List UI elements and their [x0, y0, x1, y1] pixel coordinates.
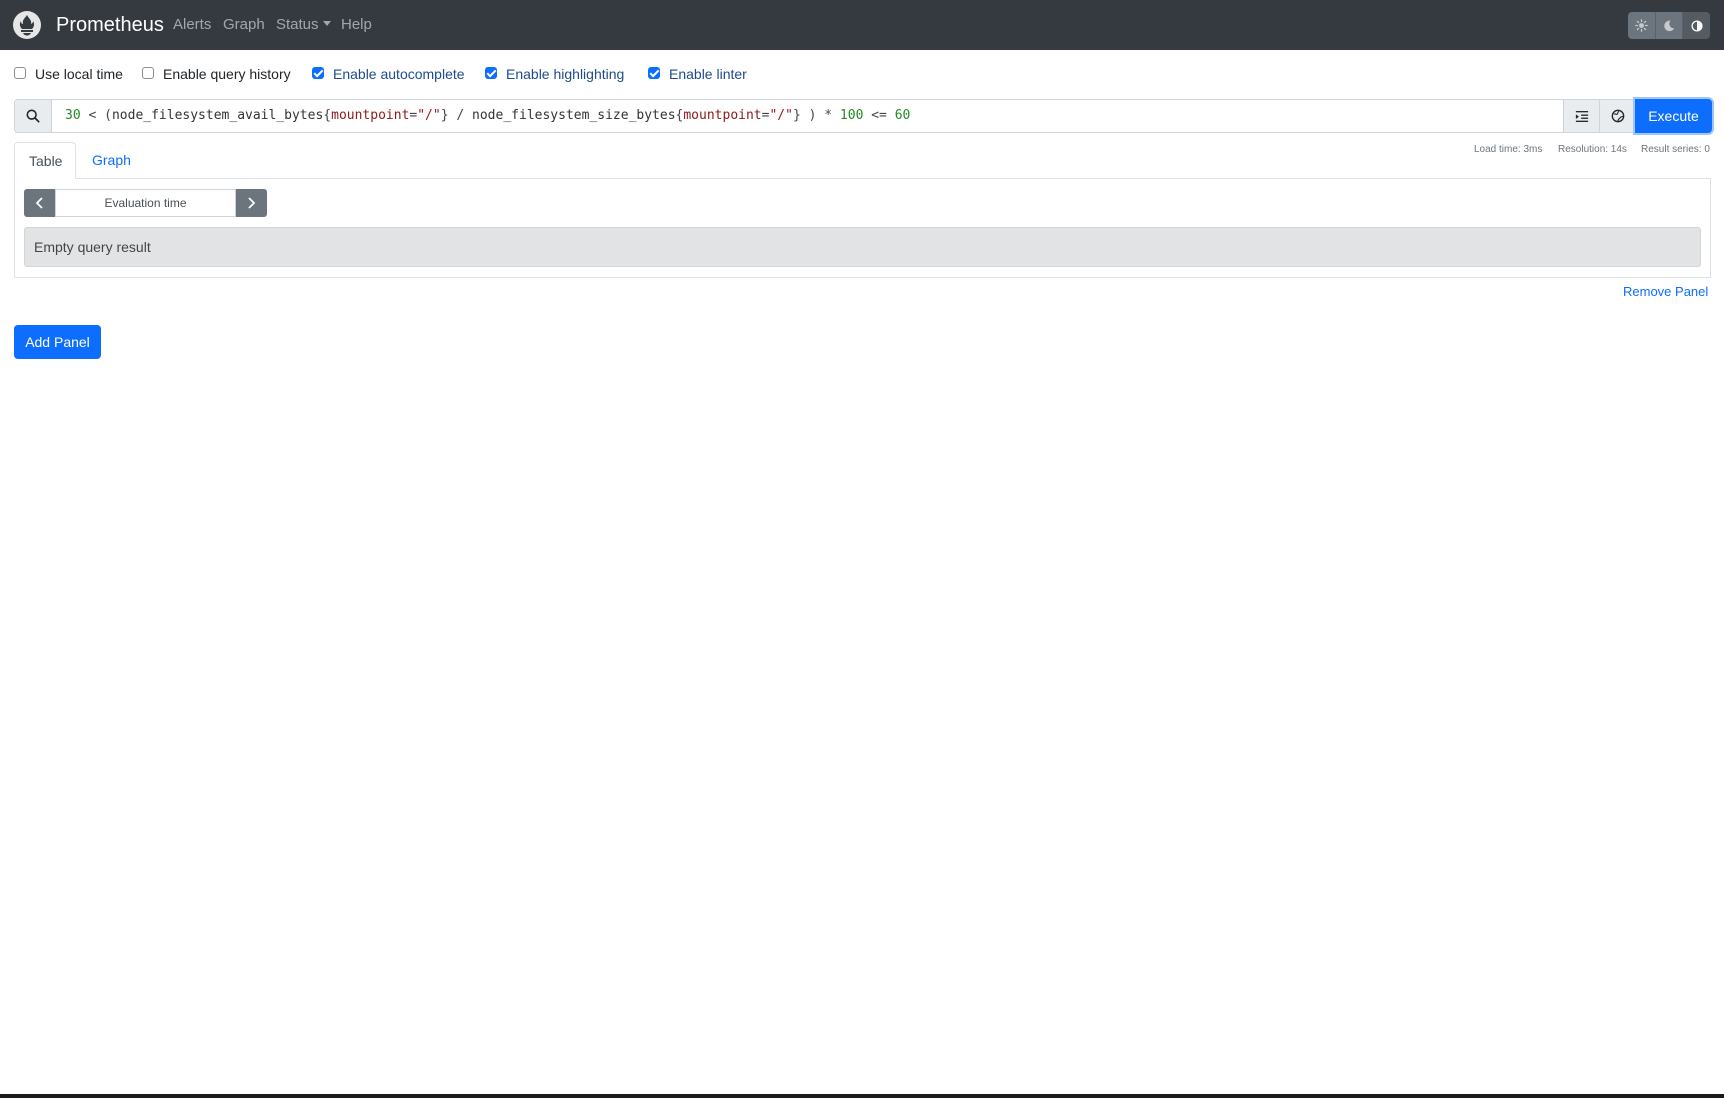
result-series-stat: Result series: 0: [1641, 144, 1710, 155]
navbar: Prometheus Alerts Graph Status Help: [0, 0, 1724, 50]
expr-token: "/": [769, 108, 793, 123]
use-local-time-checkbox[interactable]: [14, 67, 26, 79]
chevron-left-icon: [35, 197, 43, 209]
nav-graph[interactable]: Graph: [223, 16, 265, 34]
bottom-edge: [0, 1094, 1724, 1098]
nav-help[interactable]: Help: [341, 16, 372, 34]
expr-token: 30: [65, 108, 81, 123]
metrics-explorer-icon: [1611, 109, 1625, 123]
autocomplete-checkbox[interactable]: [312, 67, 324, 79]
metrics-explorer-button[interactable]: [1599, 100, 1636, 132]
expr-token: {: [323, 108, 332, 123]
search-icon: [26, 109, 40, 123]
linter-checkbox[interactable]: [648, 67, 660, 79]
expr-token: node_filesystem_size_bytes: [472, 108, 676, 123]
format-expression-button[interactable]: [1563, 100, 1600, 132]
eval-time-prev-button[interactable]: [24, 189, 55, 217]
resolution-stat: Resolution: 14s: [1558, 144, 1627, 155]
theme-dark-button[interactable]: [1655, 12, 1684, 39]
tab-table[interactable]: Table: [14, 142, 76, 179]
nav-alerts[interactable]: Alerts: [173, 16, 211, 34]
evaluation-time-input[interactable]: Evaluation time: [55, 189, 236, 217]
empty-result-alert: Empty query result: [24, 227, 1701, 267]
add-panel-button[interactable]: Add Panel: [14, 325, 101, 359]
expr-token: <=: [863, 108, 895, 123]
highlighting-checkbox[interactable]: [485, 67, 497, 79]
expression-input[interactable]: 30 < (node_filesystem_avail_bytes{mountp…: [65, 108, 910, 124]
nav-status-dropdown[interactable]: Status: [276, 16, 331, 34]
prometheus-logo-icon[interactable]: [13, 11, 41, 39]
expr-token: mountpoint: [331, 108, 410, 123]
brand-title[interactable]: Prometheus: [56, 13, 164, 37]
nav-status-label: Status: [276, 16, 319, 33]
sun-icon: [1634, 19, 1648, 32]
query-history-checkbox[interactable]: [142, 67, 154, 79]
expr-token: ) *: [800, 108, 840, 123]
highlighting-label[interactable]: Enable highlighting: [506, 64, 624, 84]
autocomplete-label[interactable]: Enable autocomplete: [333, 64, 465, 84]
remove-panel-link[interactable]: Remove Panel: [1623, 284, 1708, 300]
use-local-time-label[interactable]: Use local time: [35, 64, 123, 84]
expr-token: }: [792, 108, 801, 123]
search-prepend: [15, 100, 52, 132]
expr-token: "/": [417, 108, 441, 123]
eval-time-next-button[interactable]: [236, 189, 267, 217]
load-time-stat: Load time: 3ms: [1474, 144, 1543, 155]
contrast-icon: [1691, 19, 1703, 32]
execute-button[interactable]: Execute: [1635, 99, 1712, 133]
theme-auto-button[interactable]: [1683, 12, 1710, 39]
expr-token: 60: [894, 108, 911, 123]
expr-token: < (: [80, 108, 112, 123]
format-indent-icon: [1575, 110, 1589, 122]
theme-light-button[interactable]: [1628, 12, 1656, 39]
query-bar: 30 < (node_filesystem_avail_bytes{mountp…: [14, 99, 1712, 133]
expr-token: }: [440, 108, 449, 123]
tab-graph[interactable]: Graph: [78, 142, 145, 179]
moon-icon: [1664, 20, 1675, 31]
evaluation-time-control: Evaluation time: [24, 189, 267, 217]
expr-token: mountpoint: [683, 108, 762, 123]
caret-down-icon: [322, 21, 331, 26]
query-history-label[interactable]: Enable query history: [163, 64, 291, 84]
linter-label[interactable]: Enable linter: [669, 64, 747, 84]
expr-token: node_filesystem_avail_bytes: [111, 108, 324, 123]
chevron-right-icon: [248, 197, 256, 209]
theme-toggle-group: [1628, 12, 1710, 39]
expr-token: 100: [839, 108, 864, 123]
expr-token: /: [448, 108, 473, 123]
